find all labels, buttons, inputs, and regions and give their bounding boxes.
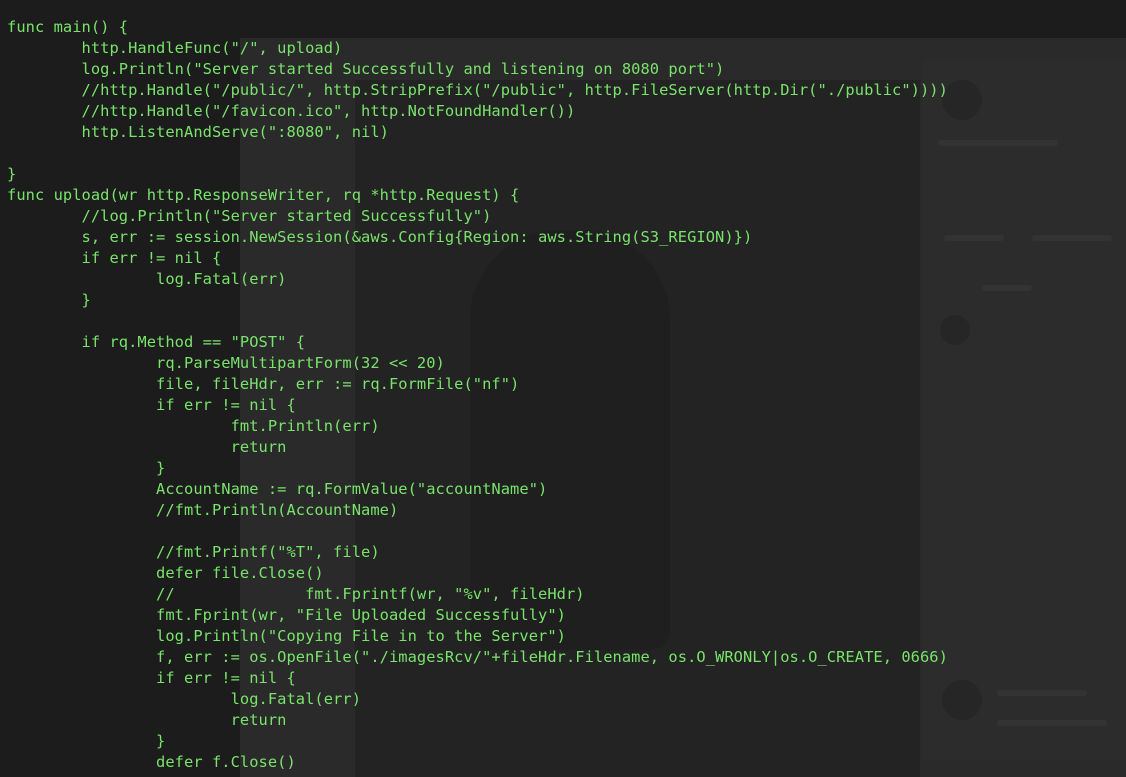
code-line: return [7,711,287,729]
code-line: //fmt.Println(AccountName) [7,501,399,519]
code-line: } [7,459,166,477]
code-line: } [7,165,17,183]
code-line: f, err := os.OpenFile("./imagesRcv/"+fil… [7,648,948,666]
code-line: } [7,732,166,750]
code-line: // fmt.Fprintf(wr, "%v", fileHdr) [7,585,585,603]
code-line: http.HandleFunc("/", upload) [7,39,343,57]
code-line: fmt.Println(err) [7,417,380,435]
terminal-window[interactable]: func main() { http.HandleFunc("/", uploa… [0,0,1126,777]
code-line: //log.Println("Server started Successful… [7,207,492,225]
code-line: if err != nil { [7,249,222,267]
code-line: //http.Handle("/public/", http.StripPref… [7,81,948,99]
code-line: log.Fatal(err) [7,690,362,708]
code-line: log.Println("Server started Successfully… [7,60,725,78]
desktop-screen: func main() { http.HandleFunc("/", uploa… [0,0,1126,777]
code-line: file, fileHdr, err := rq.FormFile("nf") [7,375,520,393]
code-line: log.Println("Copying File in to the Serv… [7,627,566,645]
code-line: func main() { [7,18,129,36]
code-line: if err != nil { [7,396,296,414]
code-line: http.ListenAndServe(":8080", nil) [7,123,389,141]
code-line: } [7,291,91,309]
code-line: log.Fatal(err) [7,270,287,288]
code-line: func upload(wr http.ResponseWriter, rq *… [7,186,520,204]
code-line: //http.Handle("/favicon.ico", http.NotFo… [7,102,576,120]
code-line: if rq.Method == "POST" { [7,333,306,351]
code-line: s, err := session.NewSession(&aws.Config… [7,228,753,246]
code-line: fmt.Fprint(wr, "File Uploaded Successful… [7,606,566,624]
code-line: AccountName := rq.FormValue("accountName… [7,480,548,498]
code-line: if err != nil { [7,669,296,687]
code-line: defer f.Close() [7,753,296,771]
code-line: return [7,438,287,456]
code-line: rq.ParseMultipartForm(32 << 20) [7,354,445,372]
code-line: //fmt.Printf("%T", file) [7,543,380,561]
code-line: defer file.Close() [7,564,324,582]
